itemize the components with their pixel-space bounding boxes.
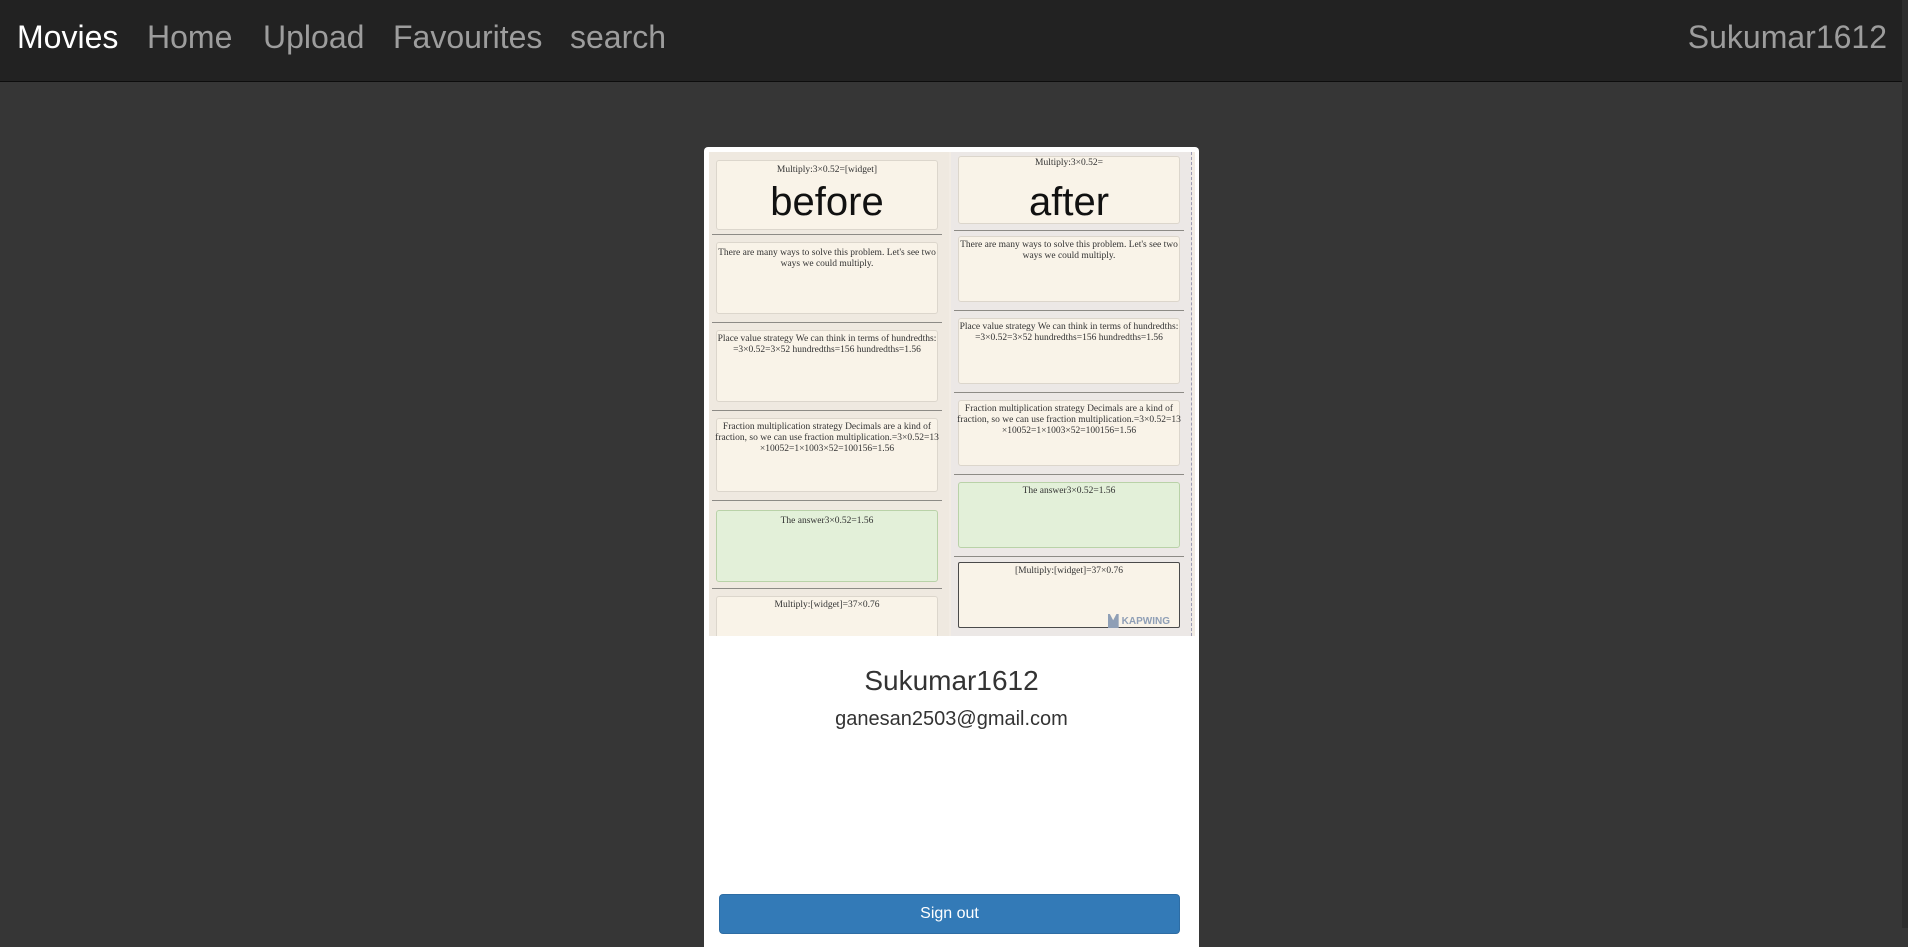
profile-email: ganesan2503@gmail.com	[835, 708, 1068, 730]
after-label: after	[1028, 180, 1110, 224]
before-label: before	[770, 180, 884, 224]
nav-upload-link[interactable]: Upload	[263, 19, 364, 55]
profile-username: Sukumar1612	[864, 665, 1039, 696]
watermark-text: KAPWING	[1121, 615, 1170, 627]
after-panel-3: Place value strategy We can think in ter…	[954, 310, 1184, 393]
before-title-text: Multiply:3×0.52=[widget]	[776, 165, 878, 175]
before-text-2: Place value strategy We can think in ter…	[717, 334, 937, 355]
before-text-4: The answer3×0.52=1.56	[780, 516, 874, 526]
after-text-3: Fraction multiplication strategy Decimal…	[957, 404, 1181, 436]
after-panel-5: The answer3×0.52=1.56	[954, 474, 1184, 557]
after-panel-6: [Multiply:[widget]=37×0.76 KAPWING	[954, 556, 1184, 636]
after-panel-2: There are many ways to solve this proble…	[954, 230, 1184, 311]
profile-thumbnail: Multiply:3×0.52=[widget] before There ar…	[709, 152, 1195, 636]
before-panel-6: Multiply:[widget]=37×0.76	[712, 588, 942, 636]
after-text-1: There are many ways to solve this proble…	[960, 240, 1178, 261]
nav-user-link[interactable]: Sukumar1612	[1688, 19, 1887, 55]
navbar: Movies Home Upload Favourites search Suk…	[0, 0, 1908, 82]
before-text-5: Multiply:[widget]=37×0.76	[774, 600, 880, 610]
nav-search-link[interactable]: search	[570, 19, 666, 55]
kapwing-watermark: KAPWING	[1107, 614, 1170, 628]
after-text-5: [Multiply:[widget]=37×0.76	[1014, 566, 1124, 576]
before-column: Multiply:3×0.52=[widget] before There ar…	[709, 152, 949, 636]
nav-home-link[interactable]: Home	[147, 19, 232, 55]
after-title-text: Multiply:3×0.52=	[1035, 158, 1103, 168]
before-panel-5: The answer3×0.52=1.56	[712, 500, 942, 589]
brand-link[interactable]: Movies	[17, 19, 118, 55]
before-panel-4: Fraction multiplication strategy Decimal…	[712, 410, 942, 501]
before-panel-1: Multiply:3×0.52=[widget] before	[712, 152, 942, 235]
after-panel-1: Multiply:3×0.52= after	[954, 152, 1184, 231]
before-panel-2: There are many ways to solve this proble…	[712, 234, 942, 323]
kapwing-logo-icon	[1107, 614, 1119, 628]
after-text-4: The answer3×0.52=1.56	[1022, 486, 1116, 496]
after-panel-4: Fraction multiplication strategy Decimal…	[954, 392, 1184, 475]
before-panel-3: Place value strategy We can think in ter…	[712, 322, 942, 411]
nav-favourites-link[interactable]: Favourites	[393, 19, 542, 55]
after-column: Multiply:3×0.52= after There are many wa…	[951, 152, 1192, 636]
before-text-3: Fraction multiplication strategy Decimal…	[715, 422, 939, 454]
profile-card: Multiply:3×0.52=[widget] before There ar…	[704, 147, 1199, 947]
after-text-2: Place value strategy We can think in ter…	[959, 322, 1179, 343]
page-scrollbar[interactable]	[1902, 0, 1908, 928]
sign-out-button[interactable]: Sign out	[719, 894, 1180, 934]
before-text-1: There are many ways to solve this proble…	[718, 248, 936, 269]
